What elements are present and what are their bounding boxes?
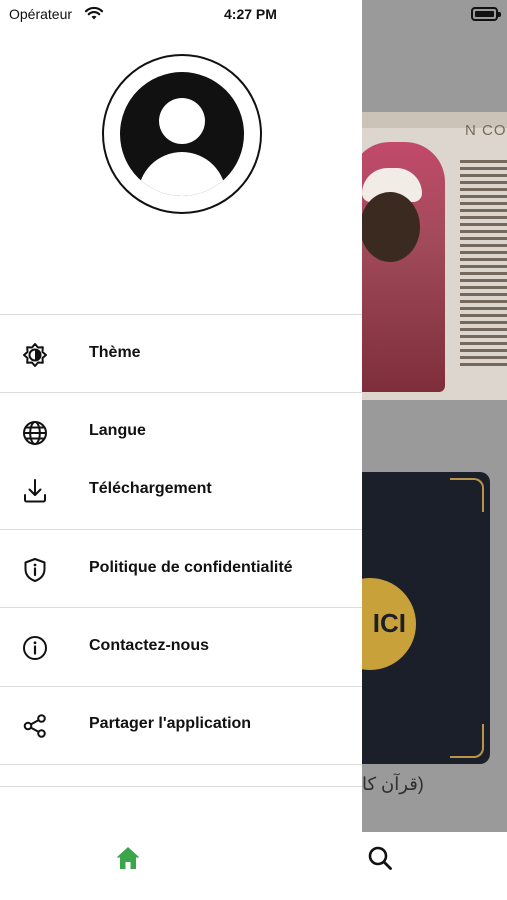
clock: 4:27 PM — [224, 6, 277, 22]
search-icon — [366, 844, 394, 877]
background-card-header: N CO — [465, 122, 507, 139]
download-icon — [20, 476, 50, 506]
status-bar: Opérateur 4:27 PM — [0, 0, 507, 30]
wifi-icon — [84, 5, 104, 21]
home-icon — [114, 844, 142, 877]
background-caption: (قرآن كا — [362, 774, 424, 794]
globe-icon — [20, 418, 50, 448]
menu-item-theme[interactable]: Thème — [0, 328, 362, 380]
divider — [0, 764, 362, 765]
info-circle-icon — [20, 633, 50, 663]
navigation-drawer: Thème Langue Téléchargement Politique de… — [0, 0, 362, 832]
share-icon — [20, 711, 50, 741]
battery-icon — [471, 7, 501, 21]
menu-item-label: Partager l'application — [89, 715, 252, 732]
divider — [0, 607, 362, 608]
tab-search[interactable] — [360, 840, 400, 880]
theme-brightness-icon — [20, 340, 50, 370]
menu-item-share-app[interactable]: Partager l'application — [0, 699, 362, 751]
menu-item-downloads[interactable]: Téléchargement — [0, 464, 362, 516]
menu-item-privacy-policy[interactable]: Politique de confidentialité — [0, 543, 362, 595]
carrier-label: Opérateur — [9, 6, 73, 22]
divider — [0, 529, 362, 530]
divider — [0, 686, 362, 687]
menu-item-label: Langue — [89, 422, 146, 439]
menu-item-contact-us[interactable]: Contactez-nous — [0, 621, 362, 673]
menu-item-label: Thème — [89, 344, 141, 361]
bottom-tab-bar — [0, 832, 507, 900]
tab-home[interactable] — [108, 840, 148, 880]
shield-info-icon — [20, 555, 50, 585]
divider — [0, 392, 362, 393]
menu-item-label: Contactez-nous — [89, 637, 209, 654]
menu-item-label: Téléchargement — [89, 480, 212, 497]
menu-item-label: Politique de confidentialité — [89, 559, 293, 576]
menu-item-language[interactable]: Langue — [0, 406, 362, 458]
background-card-text: ICI — [372, 608, 406, 638]
divider — [0, 314, 362, 315]
user-circle-icon[interactable] — [102, 54, 262, 214]
divider — [0, 786, 362, 787]
